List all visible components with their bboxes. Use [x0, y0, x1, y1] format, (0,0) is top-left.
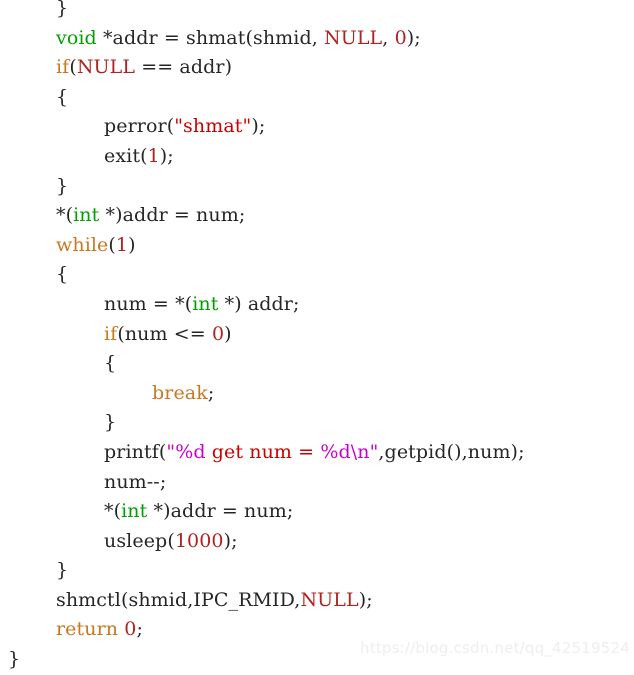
- code-token: %d\n": [320, 440, 379, 463]
- code-token: );: [358, 588, 373, 611]
- code-token: {: [104, 352, 117, 375]
- code-token: printf(: [104, 440, 167, 463]
- code-token: num--;: [104, 470, 167, 493]
- code-token: {: [56, 85, 69, 108]
- code-token: ;: [207, 381, 215, 404]
- code-token: perror(: [104, 115, 175, 138]
- code-token: ": [166, 440, 176, 463]
- code-token: *)addr = num;: [147, 500, 294, 523]
- code-token: );: [223, 529, 238, 552]
- code-token: 1: [147, 144, 160, 167]
- code-token: num = *(: [104, 292, 193, 315]
- code-token: (: [108, 233, 116, 256]
- code-line: {: [0, 349, 634, 379]
- watermark-text: https://blog.csdn.net/qq_42519524: [360, 639, 630, 657]
- code-token: usleep(: [104, 529, 175, 552]
- code-token: *(: [104, 500, 122, 523]
- code-line: usleep(1000);: [0, 527, 634, 557]
- code-token: 1: [115, 233, 129, 256]
- code-token: }: [104, 411, 117, 434]
- code-line: {: [0, 83, 634, 113]
- code-token: *addr = shmat(shmid,: [96, 26, 324, 49]
- code-token: *) addr;: [218, 292, 300, 315]
- code-token: ;: [136, 618, 143, 641]
- code-token: }: [56, 0, 69, 19]
- code-token: break: [152, 381, 208, 404]
- code-line: }: [0, 408, 634, 438]
- code-token: void: [56, 26, 97, 49]
- code-line: if(NULL == addr): [0, 53, 634, 83]
- code-token: (: [69, 56, 77, 79]
- code-line: void *addr = shmat(shmid, NULL, 0);: [0, 24, 634, 54]
- code-line: {: [0, 260, 634, 290]
- code-token: *(: [56, 204, 74, 227]
- code-token: }: [8, 648, 21, 671]
- code-token: NULL: [76, 56, 136, 79]
- code-token: return: [56, 618, 119, 641]
- code-token: ): [128, 233, 136, 256]
- code-token: == addr): [135, 56, 233, 79]
- code-token: 0: [394, 26, 407, 49]
- code-token: exit(: [104, 144, 148, 167]
- code-token: NULL: [300, 588, 359, 611]
- code-line: *(int *)addr = num;: [0, 497, 634, 527]
- code-token: if: [56, 56, 70, 79]
- code-token: get num =: [205, 440, 321, 463]
- code-token: 1000: [174, 529, 224, 552]
- code-line: num--;: [0, 468, 634, 498]
- code-line: }: [0, 172, 634, 202]
- code-line: num = *(int *) addr;: [0, 290, 634, 320]
- code-line: }: [0, 556, 634, 586]
- code-line: if(num <= 0): [0, 320, 634, 350]
- code-token: "shmat": [174, 115, 252, 138]
- code-token: (num <=: [117, 322, 212, 345]
- code-token: 0: [124, 618, 137, 641]
- code-token: }: [56, 559, 69, 582]
- code-token: {: [56, 263, 69, 286]
- code-block: } void *addr = shmat(shmid, NULL, 0); if(N…: [0, 0, 634, 675]
- code-token: );: [251, 115, 266, 138]
- code-token: shmctl(shmid,IPC_RMID,: [56, 588, 301, 611]
- code-token: ,: [382, 26, 395, 49]
- code-token: }: [56, 174, 69, 197]
- code-token: int: [192, 292, 219, 315]
- code-line: *(int *)addr = num;: [0, 201, 634, 231]
- code-token: ,getpid(),num);: [378, 440, 525, 463]
- code-token: 0: [211, 322, 225, 345]
- code-line: perror("shmat");: [0, 112, 634, 142]
- code-line: printf("%d get num = %d\n",getpid(),num)…: [0, 438, 634, 468]
- code-token: );: [406, 26, 421, 49]
- code-token: *)addr = num;: [99, 204, 246, 227]
- code-line: exit(1);: [0, 142, 634, 172]
- code-snippet-page: { "colors": { "background": "#ffffff", "…: [0, 0, 634, 670]
- code-line: }: [0, 0, 634, 24]
- code-line: while(1): [0, 231, 634, 261]
- code-token: );: [159, 144, 174, 167]
- code-token: int: [121, 500, 148, 523]
- code-token: if: [104, 322, 118, 345]
- code-token: while: [56, 233, 109, 256]
- code-token: NULL: [324, 26, 383, 49]
- code-token: ): [224, 322, 232, 345]
- code-line: break;: [0, 379, 634, 409]
- code-token: %d: [175, 440, 206, 463]
- code-token: int: [73, 204, 100, 227]
- code-line: shmctl(shmid,IPC_RMID,NULL);: [0, 586, 634, 616]
